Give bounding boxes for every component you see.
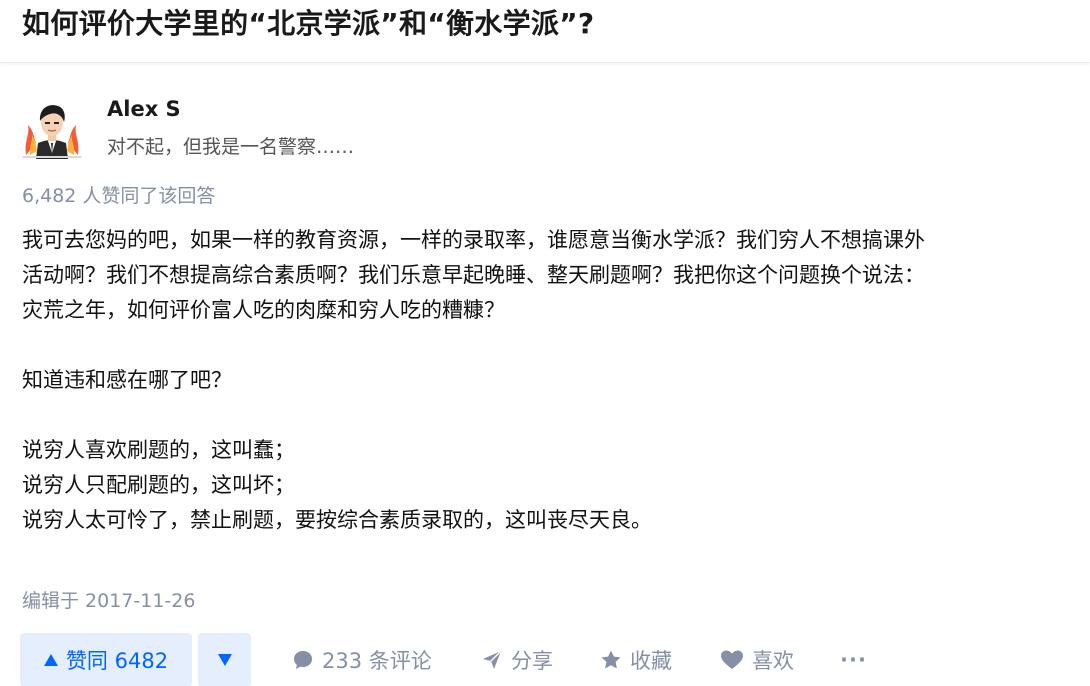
edit-time[interactable]: 编辑于 2017-11-26 <box>22 586 195 613</box>
like-label: 喜欢 <box>752 649 794 673</box>
question-header: 如何评价大学里的“北京学派”和“衡水学派”? <box>0 0 1090 63</box>
answer-line: 知道违和感在哪了吧？ <box>22 368 232 392</box>
more-button[interactable]: ··· <box>840 633 867 686</box>
answer-line: 说穷人只配刷题的，这叫坏； <box>22 473 295 497</box>
collect-button[interactable]: 收藏 <box>600 633 672 686</box>
question-title[interactable]: 如何评价大学里的“北京学派”和“衡水学派”? <box>22 2 594 42</box>
answer-line: 说穷人太可怜了，禁止刷题，要按综合素质录取的，这叫丧尽天良。 <box>22 508 652 532</box>
vote-summary[interactable]: 6,482 人赞同了该回答 <box>22 181 215 208</box>
triangle-down-icon <box>217 654 232 666</box>
avatar-cartoon-man-icon <box>22 95 82 159</box>
paper-plane-icon <box>483 650 502 669</box>
answer-actions: 赞同 6482 233 条评论 分享 收藏 喜欢 ··· <box>20 633 1080 686</box>
downvote-button[interactable] <box>198 633 251 686</box>
answer-page: 如何评价大学里的“北京学派”和“衡水学派”? Alex S 对不起，但我是一名警… <box>0 0 1090 686</box>
triangle-up-icon <box>43 654 58 666</box>
more-icon: ··· <box>840 648 867 672</box>
share-label: 分享 <box>511 649 553 673</box>
author-name[interactable]: Alex S <box>107 97 181 121</box>
author-info: Alex S 对不起，但我是一名警察…… <box>22 95 722 165</box>
answer-line: 我可去您妈的吧，如果一样的教育资源，一样的录取率，谁愿意当衡水学派？我们穷人不想… <box>22 228 925 252</box>
answer-line: 灾荒之年，如何评价富人吃的肉糜和穷人吃的糟糠？ <box>22 298 505 322</box>
answer-line: 活动啊？我们不想提高综合素质啊？我们乐意早起晚睡、整天刷题啊？我把你这个问题换个… <box>22 263 925 287</box>
like-button[interactable]: 喜欢 <box>720 633 794 686</box>
answer-line-blank <box>22 328 1088 363</box>
comments-label: 233 条评论 <box>322 649 432 673</box>
star-icon <box>601 650 621 669</box>
avatar[interactable] <box>22 95 82 159</box>
share-button[interactable]: 分享 <box>481 633 553 686</box>
author-headline: 对不起，但我是一名警察…… <box>107 136 355 158</box>
upvote-button[interactable]: 赞同 6482 <box>20 633 192 686</box>
answer-line-blank <box>22 398 1088 433</box>
comment-bubble-icon <box>294 651 312 669</box>
answer-line: 说穷人喜欢刷题的，这叫蠢； <box>22 438 295 462</box>
answer-content: 我可去您妈的吧，如果一样的教育资源，一样的录取率，谁愿意当衡水学派？我们穷人不想… <box>22 223 1088 538</box>
collect-label: 收藏 <box>630 649 672 673</box>
heart-icon <box>721 650 743 669</box>
upvote-label: 赞同 6482 <box>65 649 169 673</box>
comments-button[interactable]: 233 条评论 <box>292 633 432 686</box>
